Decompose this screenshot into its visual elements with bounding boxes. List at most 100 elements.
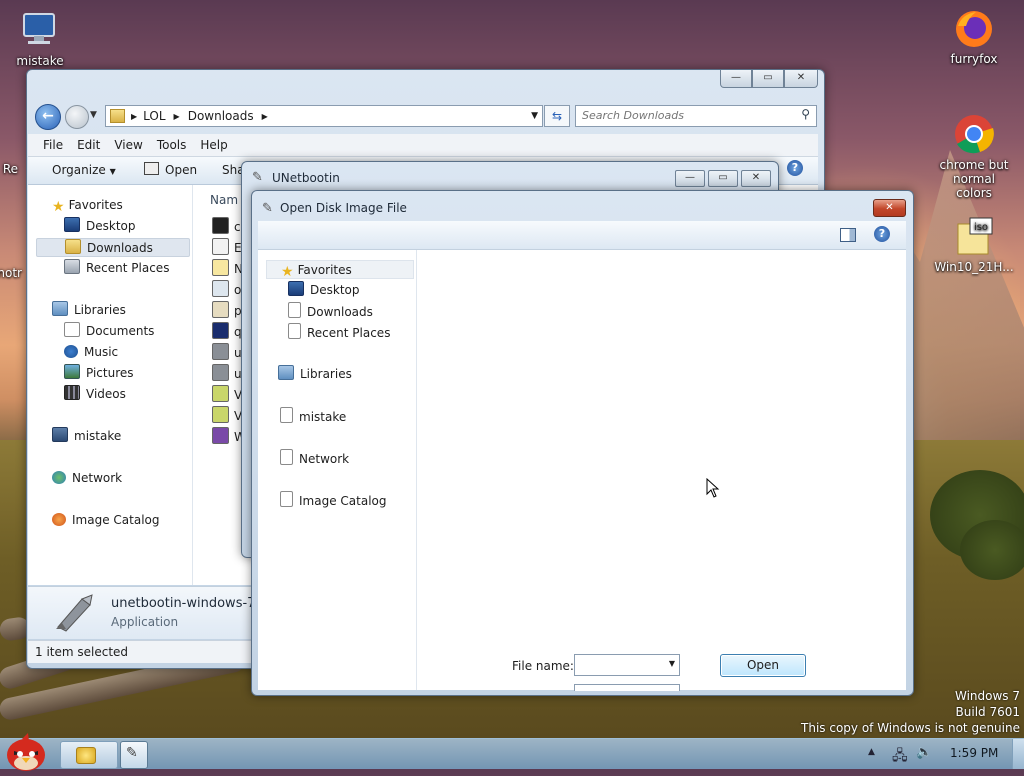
nav-libraries[interactable]: Libraries: [52, 301, 126, 320]
file-type-combobox[interactable]: [574, 684, 680, 691]
nav-downloads[interactable]: Downloads: [36, 238, 190, 257]
mouse-cursor: [706, 477, 720, 498]
breadcrumb-separator-icon: ▶: [261, 111, 268, 121]
menu-help[interactable]: Help: [200, 138, 227, 152]
desktop-icon-label: chrome but normal colors: [939, 158, 1009, 200]
show-desktop-button[interactable]: [1012, 739, 1024, 769]
dialog-title: Open Disk Image File: [280, 201, 407, 215]
music-icon: [64, 345, 78, 358]
search-box[interactable]: ⚲: [575, 105, 817, 127]
unetbootin-title: UNetbootin: [272, 171, 340, 185]
desktop-icon-partial[interactable]: Re: [0, 162, 18, 176]
volume-tray-icon[interactable]: 🔈: [916, 745, 932, 760]
open-button[interactable]: Open: [720, 654, 806, 677]
back-button[interactable]: ←: [35, 104, 61, 130]
maximize-button[interactable]: ▭: [752, 70, 784, 88]
chevron-down-icon[interactable]: ▼: [669, 659, 675, 668]
help-icon[interactable]: ?: [874, 226, 890, 242]
dialog-body: ★ Favorites Desktop Downloads Recent Plac…: [258, 250, 906, 691]
dialog-nav-mistake[interactable]: mistake: [280, 407, 346, 426]
dialog-nav-libraries[interactable]: Libraries: [278, 365, 352, 384]
installer-icon: [212, 406, 229, 423]
maximize-button[interactable]: ▭: [708, 170, 738, 187]
downloads-folder-icon: [65, 239, 81, 254]
folder-icon: [110, 109, 125, 123]
organize-button[interactable]: Organize ▼: [52, 163, 116, 177]
cmd-icon: [212, 217, 229, 234]
open-app-icon: [144, 162, 159, 175]
dialog-nav-favorites[interactable]: ★ Favorites: [266, 260, 414, 280]
nav-favorites[interactable]: ★ Favorites: [52, 196, 123, 215]
open-button[interactable]: Open: [144, 162, 197, 177]
dialog-file-view[interactable]: [418, 250, 906, 690]
computer-icon: [18, 8, 62, 52]
winrar-icon: [212, 427, 229, 444]
firefox-icon: [952, 6, 996, 50]
address-bar[interactable]: ▶ LOL ▶ Downloads ▶ ▼: [105, 105, 543, 127]
menu-bar: File Edit View Tools Help: [28, 134, 818, 157]
nav-pictures[interactable]: Pictures: [64, 364, 134, 383]
search-icon[interactable]: ⚲: [801, 107, 810, 121]
close-button[interactable]: ✕: [741, 170, 771, 187]
refresh-icon: ⇆: [551, 109, 563, 123]
open-disk-image-dialog[interactable]: ✎ Open Disk Image File ✕ ? ★ Favorites De…: [251, 190, 914, 696]
network-tray-icon[interactable]: 🖧: [892, 745, 908, 769]
start-button[interactable]: [2, 731, 50, 773]
taskbar-unetbootin-button[interactable]: ✎: [120, 741, 148, 769]
dialog-nav-image-catalog[interactable]: Image Catalog: [280, 491, 386, 510]
nav-documents[interactable]: Documents: [64, 322, 154, 341]
desktop-icon-label: furryfox: [950, 52, 998, 66]
desktop-icon-label: Win10_21H...: [934, 260, 1014, 274]
nav-network[interactable]: Network: [52, 469, 122, 488]
desktop-icon-partial[interactable]: notr: [0, 266, 22, 280]
file-name-label: File name:: [512, 659, 574, 673]
nav-videos[interactable]: Videos: [64, 385, 126, 404]
menu-file[interactable]: File: [43, 138, 63, 152]
minimize-button[interactable]: —: [720, 70, 752, 88]
details-filetype: Application: [111, 615, 179, 629]
image-catalog-icon: [52, 513, 66, 526]
unetbootin-app-icon: [52, 593, 96, 633]
dialog-nav-network[interactable]: Network: [280, 449, 349, 468]
taskbar: ✎ ▲ 🖧 🔈 1:59 PM: [0, 733, 1024, 771]
nav-computer[interactable]: mistake: [52, 427, 121, 446]
desktop-icon-win10-iso[interactable]: iso Win10_21H...: [934, 214, 1014, 274]
menu-tools[interactable]: Tools: [157, 138, 187, 152]
help-icon[interactable]: ?: [787, 160, 803, 176]
file-name-input[interactable]: [575, 655, 665, 673]
breadcrumb-lol[interactable]: LOL: [143, 109, 165, 123]
search-input[interactable]: [576, 106, 794, 124]
desktop-icon-chrome[interactable]: chrome but normal colors: [934, 112, 1014, 200]
desktop-icon-mistake[interactable]: mistake: [0, 8, 80, 68]
menu-edit[interactable]: Edit: [77, 138, 100, 152]
file-name-combobox[interactable]: ▼: [574, 654, 680, 676]
recent-places-icon: [64, 259, 80, 274]
pictures-icon: [64, 364, 80, 379]
address-dropdown-icon[interactable]: ▼: [531, 111, 538, 121]
breadcrumb-downloads[interactable]: Downloads: [188, 109, 254, 123]
desktop-icon-furryfox[interactable]: furryfox: [934, 6, 1014, 66]
unetbootin-title-icon: ✎: [252, 170, 263, 185]
dialog-nav-recent-places[interactable]: Recent Places: [288, 323, 390, 342]
recent-pages-dropdown[interactable]: ▼: [90, 110, 97, 120]
column-header-name[interactable]: Nam: [210, 193, 238, 207]
menu-view[interactable]: View: [114, 138, 142, 152]
dialog-nav-downloads[interactable]: Downloads: [288, 302, 373, 321]
clock[interactable]: 1:59 PM: [950, 746, 998, 760]
dialog-nav-desktop[interactable]: Desktop: [288, 281, 360, 300]
taskbar-explorer-button[interactable]: [60, 741, 118, 769]
nav-music[interactable]: Music: [64, 343, 118, 362]
blank-page-icon: [280, 491, 293, 507]
network-icon: [52, 471, 66, 484]
show-hidden-icons-button[interactable]: ▲: [868, 747, 875, 757]
dialog-close-button[interactable]: ✕: [873, 199, 906, 217]
nav-image-catalog[interactable]: Image Catalog: [52, 511, 159, 530]
preview-pane-icon[interactable]: [840, 228, 856, 242]
nav-desktop[interactable]: Desktop: [64, 217, 136, 236]
refresh-button[interactable]: ⇆: [544, 105, 570, 127]
minimize-button[interactable]: —: [675, 170, 705, 187]
desktop-icon-label: mistake: [16, 54, 64, 68]
forward-button[interactable]: [65, 105, 89, 129]
close-button[interactable]: ✕: [784, 70, 818, 88]
nav-recent-places[interactable]: Recent Places: [64, 259, 169, 278]
